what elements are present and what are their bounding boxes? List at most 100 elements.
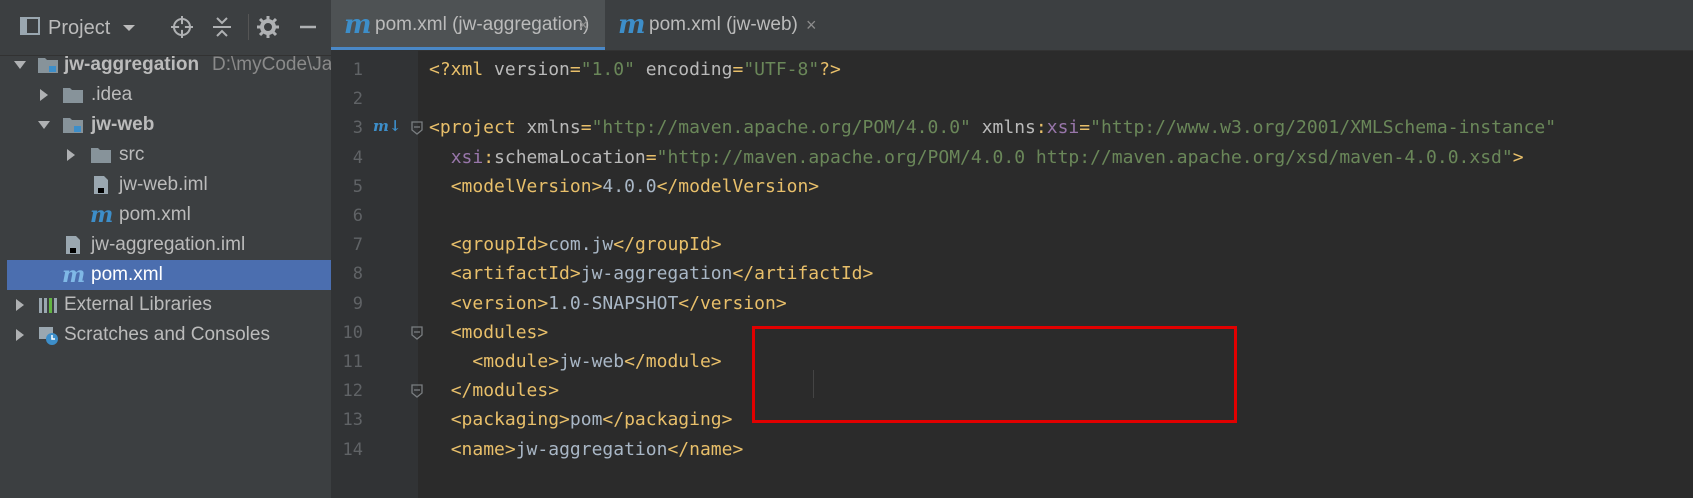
code-token: </modelVersion> xyxy=(656,175,820,197)
maven-file-icon: m xyxy=(62,262,86,288)
tree-item-label: jw-web xyxy=(91,114,155,135)
tree-item-label: .idea xyxy=(91,84,133,105)
code-line[interactable]: <project xmlns="http://maven.apache.org/… xyxy=(429,113,1556,143)
code-token: "UTF-8" xyxy=(743,59,820,80)
locate-icon[interactable] xyxy=(170,15,194,39)
code-token: <version> xyxy=(450,292,549,314)
code-token: </packaging> xyxy=(602,409,733,431)
code-token: </artifactId> xyxy=(732,263,874,285)
code-token: <name> xyxy=(450,438,516,460)
line-number: 13 xyxy=(342,410,363,431)
code-token: </modules> xyxy=(450,380,560,402)
library-icon xyxy=(39,298,57,313)
line-number: 9 xyxy=(352,293,363,314)
maven-file-icon: m xyxy=(618,10,646,40)
tab-pom-jw-web[interactable]: m pom.xml (jw-web) × xyxy=(605,0,833,50)
tree-item-label: Scratches and Consoles xyxy=(64,324,270,345)
chevron-down-icon[interactable] xyxy=(121,20,137,36)
tab-label: pom.xml (jw-aggregation) xyxy=(375,14,590,35)
tree-item-jw-web[interactable]: jw-web xyxy=(7,110,331,140)
module-folder-icon xyxy=(38,58,58,73)
code-token: <?xml xyxy=(429,59,495,80)
code-token: xmlns xyxy=(526,117,581,139)
maven-file-icon: m xyxy=(90,202,114,228)
hide-panel-icon[interactable] xyxy=(296,15,320,39)
maven-gutter-icon[interactable]: m↓ xyxy=(373,117,401,135)
collapse-all-icon[interactable] xyxy=(210,15,234,39)
code-token: xsi xyxy=(1046,117,1080,139)
tree-item-src[interactable]: src xyxy=(7,140,331,170)
code-line[interactable]: xsi:schemaLocation="http://maven.apache.… xyxy=(429,143,1524,173)
tree-item-label: src xyxy=(119,144,145,165)
code-line[interactable]: <module>jw-web</module> xyxy=(429,347,722,377)
code-line[interactable]: <groupId>com.jw</groupId> xyxy=(429,230,722,260)
code-token: <modules> xyxy=(450,321,549,343)
chevron-down-icon[interactable] xyxy=(13,58,27,72)
toolbar-separator xyxy=(248,14,249,40)
code-line[interactable]: <modelVersion>4.0.0</modelVersion> xyxy=(429,172,819,202)
scratches-icon xyxy=(39,327,58,345)
code-token: jw-aggregation xyxy=(580,263,733,285)
tree-item-external-libraries[interactable]: External Libraries xyxy=(7,290,331,320)
code-token: <packaging> xyxy=(450,409,570,431)
code-token: pom xyxy=(569,409,603,431)
code-token: <module> xyxy=(472,351,560,372)
tab-label: pom.xml (jw-web) xyxy=(649,14,798,35)
code-token: 4.0.0 xyxy=(602,175,657,197)
code-token: "http://maven.apache.org/POM/4.0.0" xyxy=(591,117,971,139)
code-line[interactable]: <version>1.0-SNAPSHOT</version> xyxy=(429,289,787,319)
tree-item-label: pom.xml xyxy=(119,204,191,225)
line-number: 7 xyxy=(352,235,363,256)
code-token: "1.0" xyxy=(580,59,635,80)
project-panel: Project jw-aggregation D:\myCode\Ja .ide… xyxy=(0,0,331,498)
fold-icon[interactable] xyxy=(411,326,423,340)
code-token: <groupId> xyxy=(450,234,549,256)
code-token: com.jw xyxy=(548,234,614,256)
tree-item-idea[interactable]: .idea xyxy=(7,80,331,110)
tree-item-jw-web-pom[interactable]: m pom.xml xyxy=(7,200,331,230)
tree-item-scratches[interactable]: Scratches and Consoles xyxy=(7,320,331,350)
code-token: </name> xyxy=(667,438,744,460)
close-icon[interactable]: × xyxy=(806,0,817,50)
code-line[interactable]: </modules> xyxy=(429,376,559,406)
code-token: : xyxy=(1035,117,1047,139)
code-line[interactable]: <modules> xyxy=(429,318,549,348)
tree-item-root-pom[interactable]: m pom.xml xyxy=(7,260,331,290)
code-line[interactable]: <packaging>pom</packaging> xyxy=(429,405,733,435)
tree-item-jw-aggregation-iml[interactable]: jw-aggregation.iml xyxy=(7,230,331,260)
code-line[interactable]: <name>jw-aggregation</name> xyxy=(429,435,744,465)
fold-icon[interactable] xyxy=(411,384,423,399)
tree-item-jw-web-iml[interactable]: jw-web.iml xyxy=(7,170,331,200)
tree-item-jw-aggregation[interactable]: jw-aggregation D:\myCode\Ja xyxy=(7,50,331,80)
project-view-dropdown[interactable]: Project xyxy=(48,16,110,40)
chevron-right-icon[interactable] xyxy=(64,148,78,162)
project-panel-header: Project xyxy=(0,0,331,56)
chevron-right-icon[interactable] xyxy=(13,298,27,312)
editor-tab-bar: m pom.xml (jw-aggregation) × m pom.xml (… xyxy=(331,0,1693,51)
line-number: 12 xyxy=(342,381,363,402)
chevron-down-icon[interactable] xyxy=(37,118,51,132)
tab-pom-jw-aggregation[interactable]: m pom.xml (jw-aggregation) × xyxy=(331,0,605,50)
line-number: 5 xyxy=(352,176,363,197)
code-token: </module> xyxy=(624,351,722,372)
code-line[interactable]: <artifactId>jw-aggregation</artifactId> xyxy=(429,259,874,289)
code-token: </groupId> xyxy=(613,234,722,256)
code-token: ?> xyxy=(819,59,841,80)
chevron-right-icon[interactable] xyxy=(13,328,27,342)
fold-icon[interactable] xyxy=(411,121,423,136)
folder-icon xyxy=(91,148,111,163)
close-icon[interactable]: × xyxy=(578,0,589,50)
line-number: 14 xyxy=(342,439,363,460)
code-token: encoding xyxy=(634,59,733,80)
chevron-right-icon[interactable] xyxy=(37,88,51,102)
code-line[interactable]: <?xml version="1.0" encoding="UTF-8"?> xyxy=(429,55,841,85)
gear-icon[interactable] xyxy=(256,15,280,39)
line-number: 4 xyxy=(352,147,363,168)
